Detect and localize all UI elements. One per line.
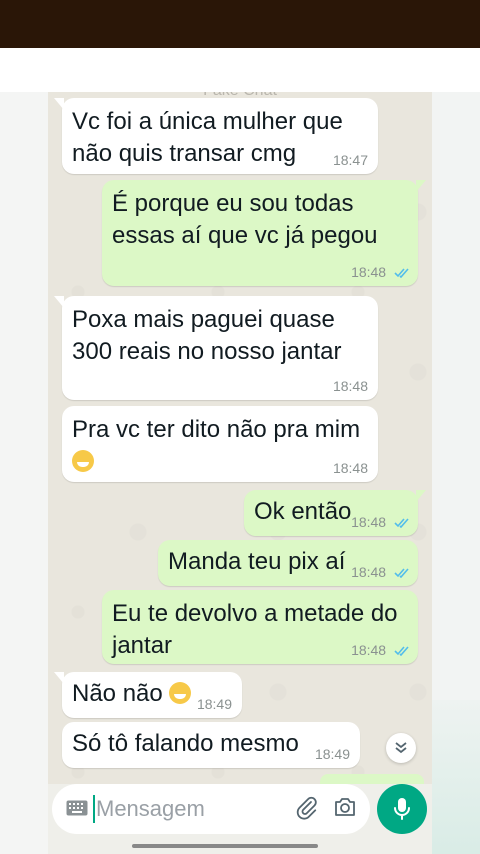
- message-text: É porque eu sou todas essas aí que vc já…: [112, 190, 378, 249]
- message-incoming[interactable]: Pra vc ter dito não pra mim 18:48: [62, 406, 378, 482]
- message-text: Poxa mais paguei quase 300 reais no noss…: [72, 306, 342, 365]
- right-margin-bottom: [432, 700, 480, 854]
- gesture-handle: [132, 844, 318, 848]
- message-time: 18:49: [196, 696, 232, 712]
- double-check-icon: [394, 568, 409, 579]
- scroll-to-bottom-button[interactable]: [386, 733, 416, 763]
- left-margin: [0, 92, 48, 854]
- message-incoming[interactable]: Só tô falando mesmo 18:49: [62, 722, 360, 768]
- overlay-strip: [0, 48, 480, 93]
- message-outgoing[interactable]: É porque eu sou todas essas aí que vc já…: [102, 180, 426, 286]
- message-outgoing[interactable]: Ok então 18:48: [244, 490, 426, 536]
- double-check-icon: [394, 646, 409, 657]
- message-time: 18:48: [351, 564, 387, 580]
- message-text: Manda teu pix aí: [168, 548, 346, 575]
- message-outgoing-partial: [320, 774, 424, 784]
- message-text: Vc foi a única mulher que não quis trans…: [72, 108, 343, 167]
- message-incoming[interactable]: Não não 18:49: [54, 672, 242, 718]
- message-time: 18:47: [332, 152, 368, 168]
- message-outgoing[interactable]: Eu te devolvo a metade do jantar 18:48: [102, 590, 418, 664]
- text-cursor: [93, 795, 95, 823]
- message-time: 18:48: [351, 514, 387, 530]
- message-text: Não não: [72, 680, 163, 707]
- paperclip-icon[interactable]: [295, 796, 319, 820]
- message-time: 18:49: [314, 746, 350, 762]
- message-incoming[interactable]: Vc foi a única mulher que não quis trans…: [54, 98, 378, 174]
- message-time: 18:48: [351, 264, 387, 280]
- message-time: 18:48: [332, 378, 368, 394]
- message-input[interactable]: Mensagem: [52, 784, 370, 834]
- message-text: Pra vc ter dito não pra mim: [72, 416, 361, 443]
- message-incoming[interactable]: Poxa mais paguei quase 300 reais no noss…: [54, 296, 378, 400]
- message-text: Ok então: [254, 498, 352, 525]
- microphone-icon: [394, 798, 410, 820]
- status-bar: [0, 0, 480, 48]
- message-placeholder: Mensagem: [96, 796, 205, 821]
- voice-message-button[interactable]: [377, 784, 427, 834]
- chat-area[interactable]: Fake Chat Vc foi a única mulher que não …: [48, 92, 432, 854]
- camera-icon[interactable]: [334, 797, 356, 817]
- double-check-icon: [394, 268, 409, 279]
- double-check-icon: [394, 518, 409, 529]
- message-outgoing[interactable]: Manda teu pix aí 18:48: [158, 540, 418, 586]
- message-text: Só tô falando mesmo: [72, 730, 299, 757]
- keyboard-icon[interactable]: [66, 800, 88, 816]
- chevron-double-down-icon: [395, 742, 407, 754]
- grinning-sweat-emoji: [72, 450, 94, 472]
- message-time: 18:48: [332, 460, 368, 476]
- message-time: 18:48: [351, 642, 387, 658]
- grinning-sweat-emoji: [169, 682, 192, 704]
